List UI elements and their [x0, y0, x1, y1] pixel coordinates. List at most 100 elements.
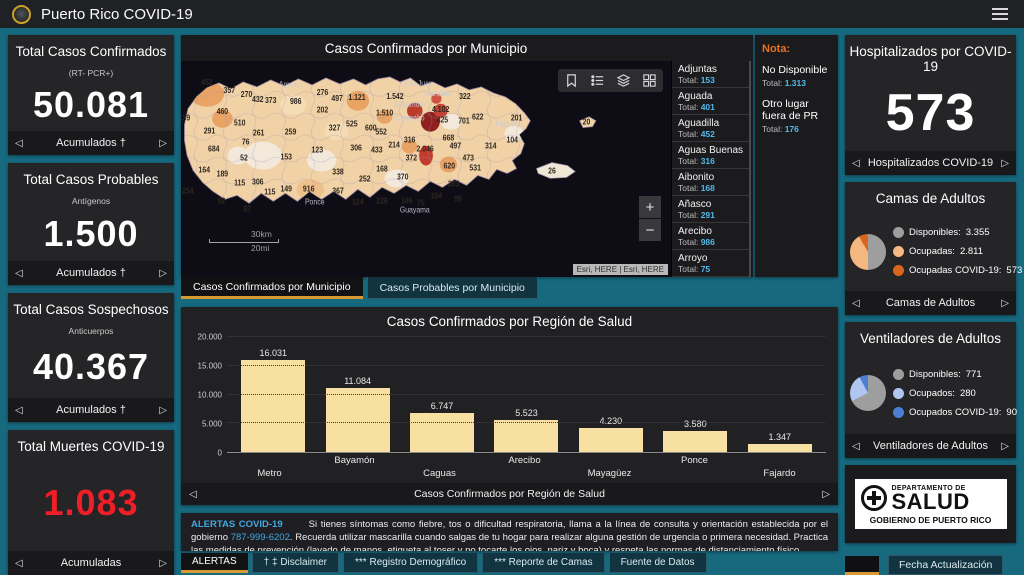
next-arrow-icon[interactable]: ▷ [1001, 158, 1009, 169]
map-value-label: 701 [458, 116, 470, 126]
stat-card-value: 40.367 [8, 336, 174, 398]
stat-card-value: 50.081 [8, 78, 174, 131]
map-value-label: 104 [507, 135, 519, 145]
alert-phone-link[interactable]: 787-999-6202 [231, 532, 290, 543]
map-value-label: 270 [241, 89, 253, 99]
basemap-icon[interactable] [642, 73, 657, 88]
map-value-label: 497 [450, 141, 462, 151]
menu-icon[interactable] [988, 4, 1012, 24]
stat-card-title: Total Casos Confirmados [8, 35, 174, 59]
municipality-list-item: AibonitoTotal: 168 [672, 169, 749, 196]
map-value-label: 92 [218, 196, 226, 206]
map-value-label: 552 [375, 127, 387, 137]
bookmark-icon[interactable] [564, 73, 579, 88]
active-logo-tab[interactable] [845, 556, 879, 575]
next-arrow-icon[interactable]: ▷ [1001, 298, 1009, 309]
chart-title: Casos Confirmados por Región de Salud [181, 307, 838, 331]
map-value-label: 104 [431, 191, 443, 201]
municipality-list-item: AguadaTotal: 401 [672, 88, 749, 115]
municipality-total: Total: 401 [678, 102, 743, 112]
prev-arrow-icon[interactable]: ◁ [15, 138, 23, 149]
hospitalized-card: Hospitalizados por COVID-19 573 ◁ Hospit… [845, 35, 1016, 175]
bottom-tab[interactable]: † ‡ Disclaimer [252, 553, 339, 573]
map-value-label: 76 [242, 137, 250, 147]
map-value-label: 202 [317, 105, 329, 115]
map-value-label: 99 [454, 194, 462, 204]
municipality-name: Aibonito [678, 172, 743, 183]
x-category-label: Fajardo [763, 468, 795, 479]
next-arrow-icon[interactable]: ▷ [159, 558, 167, 569]
stat-card-footer-label: Acumuladas [61, 557, 122, 569]
legend-dot [893, 227, 904, 238]
zoom-in-button[interactable]: + [639, 196, 661, 218]
map-tab-active[interactable]: Casos Confirmados por Municipio [181, 277, 363, 299]
map-value-label: 254 [182, 186, 194, 196]
map-value-label: 153 [280, 152, 292, 162]
bottom-tab-active[interactable]: ALERTAS [181, 553, 248, 573]
nota-item-total: Total: 176 [762, 124, 831, 134]
legend-row: Ocupados:280 [893, 388, 1017, 399]
prev-arrow-icon[interactable]: ◁ [852, 441, 860, 452]
prev-arrow-icon[interactable]: ◁ [852, 298, 860, 309]
municipality-list[interactable]: AdjuntasTotal: 153AguadaTotal: 401Aguadi… [671, 61, 749, 277]
next-arrow-icon[interactable]: ▷ [159, 268, 167, 279]
stat-card: Total Casos Confirmados(RT- PCR+)50.081◁… [8, 35, 174, 155]
stat-card-value: 1.500 [8, 206, 174, 261]
vents-title: Ventiladores de Adultos [845, 322, 1016, 346]
municipality-list-item: AreciboTotal: 986 [672, 223, 749, 250]
tab-fecha-actualizacion[interactable]: Fecha Actualización [888, 555, 1003, 575]
stat-card-footer: ◁Acumulados †▷ [8, 398, 174, 422]
map-value-label: 283 [448, 179, 460, 189]
layers-icon[interactable] [616, 73, 631, 88]
municipality-total-value: 168 [701, 183, 715, 193]
bottom-tab[interactable]: *** Registro Demográfico [343, 553, 478, 573]
bar-value-label: 16.031 [241, 348, 305, 358]
municipality-total-value: 401 [701, 102, 715, 112]
next-arrow-icon[interactable]: ▷ [159, 405, 167, 416]
municipality-list-item: ArroyoTotal: 75 [672, 250, 749, 277]
map-value-label: 123 [312, 145, 324, 155]
legend-dot [893, 369, 904, 380]
map-value-label: 372 [406, 153, 418, 163]
hospitalized-title: Hospitalizados por COVID-19 [845, 35, 1016, 74]
nota-item-total-value: 176 [785, 124, 799, 134]
prev-arrow-icon[interactable]: ◁ [852, 158, 860, 169]
map-place-label: San Juan [404, 78, 433, 88]
prev-arrow-icon[interactable]: ◁ [15, 405, 23, 416]
legend-icon[interactable] [590, 73, 605, 88]
zoom-out-button[interactable]: − [639, 219, 661, 241]
map-tab[interactable]: Casos Probables por Municipio [367, 277, 538, 299]
bottom-tab[interactable]: Fuente de Datos [609, 553, 707, 573]
prev-arrow-icon[interactable]: ◁ [15, 558, 23, 569]
prev-arrow-icon[interactable]: ◁ [15, 268, 23, 279]
map-panel: Casos Confirmados por Municipio [181, 35, 753, 277]
map-value-label: 149 [280, 184, 292, 194]
map-value-label: 531 [469, 163, 481, 173]
prev-arrow-icon[interactable]: ◁ [189, 489, 197, 500]
choropleth-map[interactable]: AreciboSan JuanCarolinaBayamónGuaynaboFa… [181, 61, 671, 277]
map-value-label: 432 [252, 94, 264, 104]
next-arrow-icon[interactable]: ▷ [822, 489, 830, 500]
vents-footer: ◁ Ventiladores de Adultos ▷ [845, 434, 1016, 458]
y-tick-label: 10.000 [198, 391, 222, 400]
map-value-label: 259 [285, 127, 297, 137]
next-arrow-icon[interactable]: ▷ [1001, 441, 1009, 452]
municipality-total-value: 291 [701, 210, 715, 220]
center-column: Casos Confirmados por Municipio [181, 35, 838, 575]
health-department-logo: DEPARTAMENTO DE SALUD GOBIERNO DE PUERTO… [855, 479, 1007, 529]
next-arrow-icon[interactable]: ▷ [159, 138, 167, 149]
hospitalized-footer-label: Hospitalizados COVID-19 [868, 157, 993, 169]
right-footer-tabs: Fecha Actualización [845, 555, 1016, 575]
legend-label: Ocupados: [909, 388, 955, 399]
municipality-list-scrollbar[interactable] [749, 61, 751, 277]
nota-item: No DisponibleTotal: 1.313 [762, 64, 831, 88]
page-title: Puerto Rico COVID-19 [41, 6, 193, 23]
beds-title: Camas de Adultos [845, 182, 1016, 206]
alert-panel: ALERTAS COVID-19Si tienes síntomas como … [181, 513, 838, 551]
gridline [227, 336, 826, 337]
bottom-tab[interactable]: *** Reporte de Camas [482, 553, 604, 573]
map-value-label: 124 [352, 197, 364, 207]
bar: 4.230 [579, 428, 643, 452]
bar-rect [410, 413, 474, 452]
map-place-label: Arecibo [279, 79, 302, 89]
